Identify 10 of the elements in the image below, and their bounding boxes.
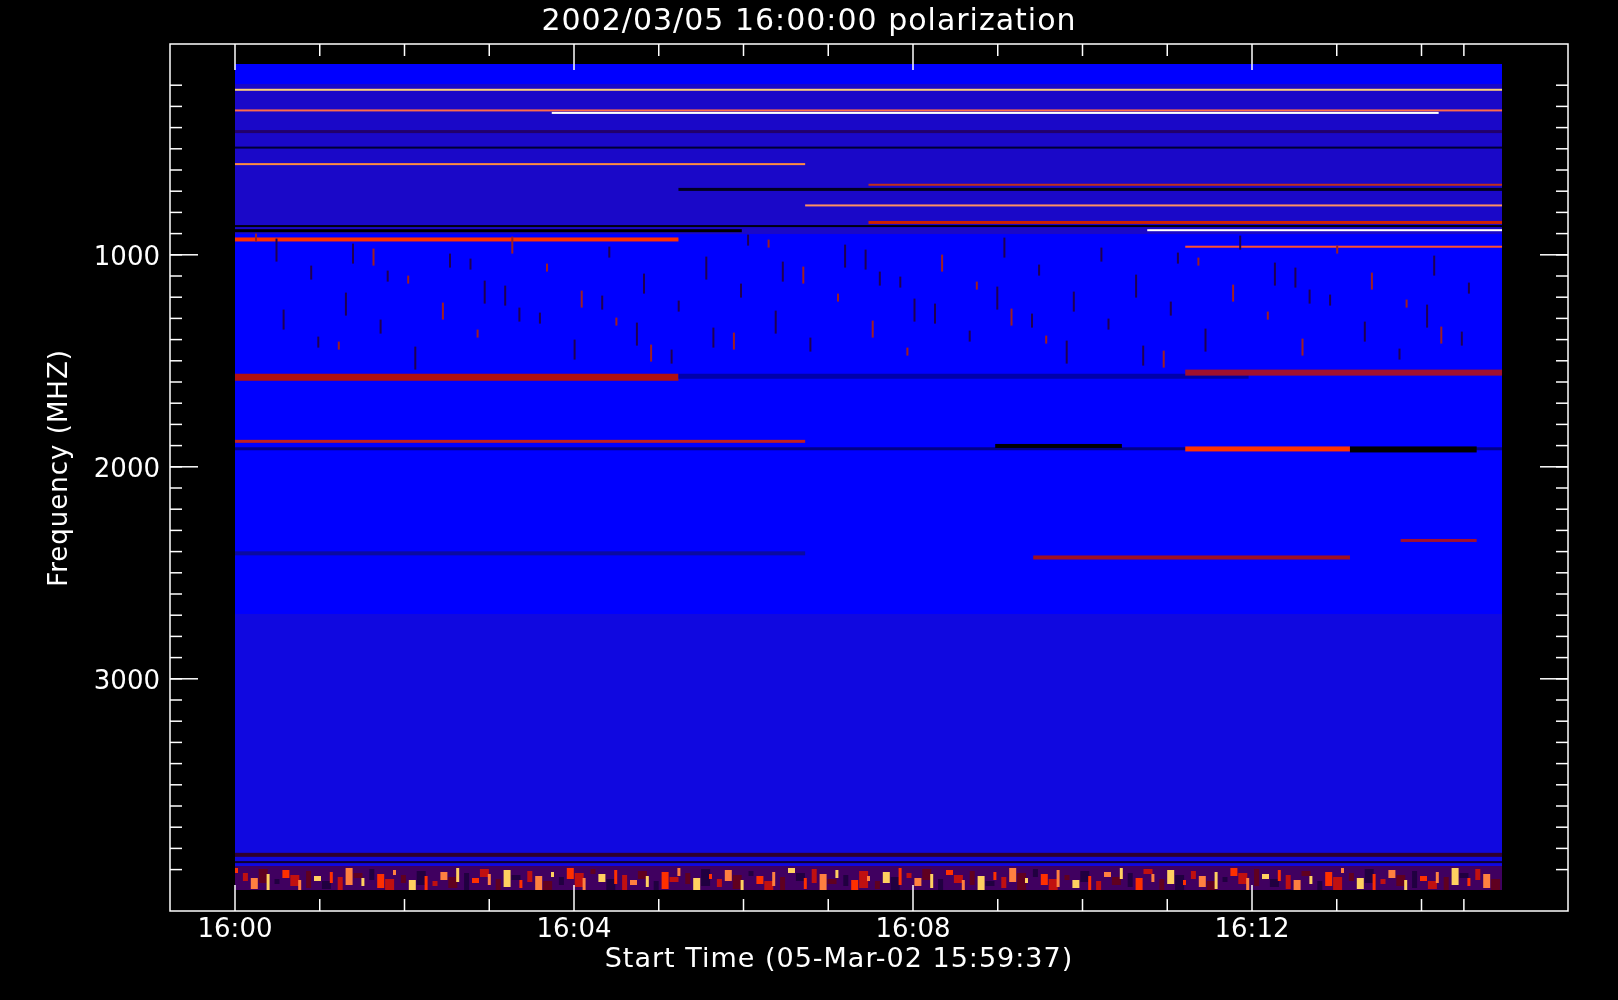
x-tick-label: 16:12 [1214, 913, 1290, 943]
chart-title: 2002/03/05 16:00:00 polarization [541, 1, 1077, 39]
y-tick-label: 2000 [93, 452, 160, 483]
y-tick-label: 3000 [93, 664, 160, 695]
y-axis-label: Frequency (MHZ) [43, 349, 73, 587]
x-tick-label: 16:08 [875, 913, 951, 943]
y-tick-label: 1000 [93, 240, 160, 271]
x-tick-label: 16:00 [197, 913, 273, 943]
x-axis-label: Start Time (05-Mar-02 15:59:37) [604, 943, 1074, 973]
x-tick-label: 16:04 [536, 913, 612, 943]
